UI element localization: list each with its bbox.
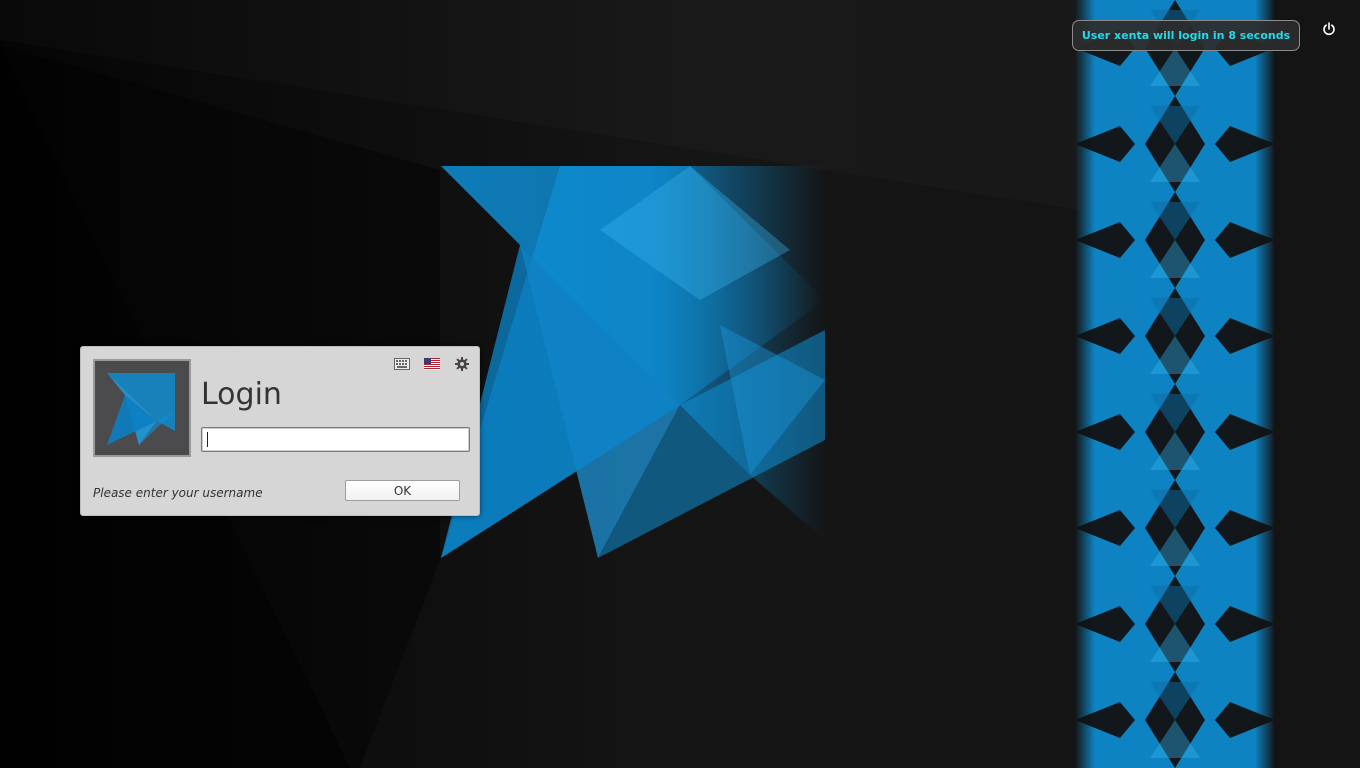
us-flag-icon[interactable] [424, 356, 440, 372]
ok-button[interactable]: OK [345, 480, 460, 501]
username-input[interactable] [201, 427, 470, 452]
gear-icon[interactable] [454, 356, 470, 372]
autologin-message: User xenta will login in 8 seconds [1072, 20, 1300, 51]
username-prompt: Please enter your username [93, 486, 263, 500]
login-title: Login [201, 377, 282, 412]
power-icon [1323, 22, 1335, 36]
keyboard-icon[interactable] [394, 356, 410, 372]
power-button[interactable] [1318, 18, 1340, 40]
text-caret [207, 432, 208, 447]
login-dialog: Login Please enter your username OK [80, 346, 480, 516]
avatar [93, 359, 191, 457]
